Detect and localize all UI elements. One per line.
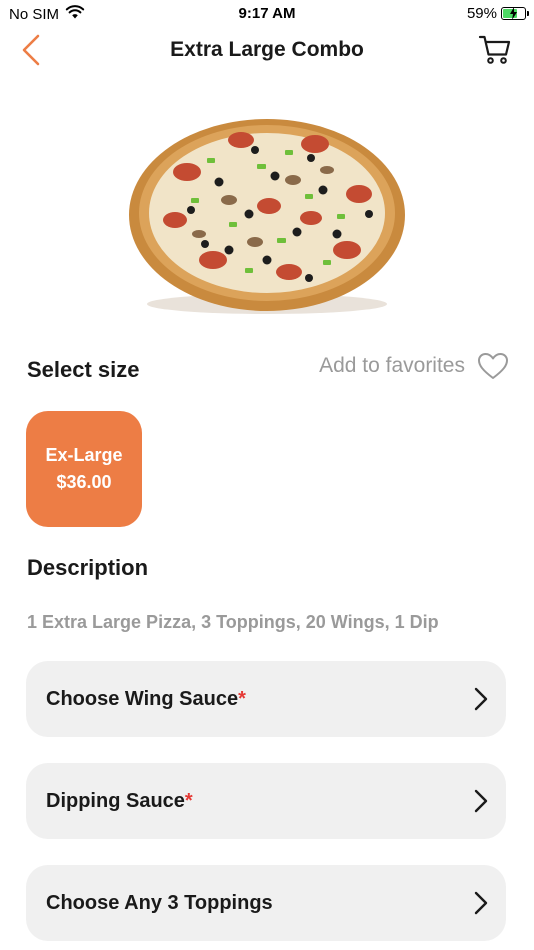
- required-mark: *: [238, 687, 246, 710]
- required-mark: *: [184, 789, 193, 812]
- chevron-right-icon: [474, 789, 488, 813]
- size-option-name: Ex-Large: [45, 445, 123, 465]
- nav-bar: Extra Large Combo: [0, 28, 534, 72]
- chevron-right-icon: [474, 687, 488, 711]
- chevron-right-icon: [474, 891, 488, 915]
- option-label: Dipping Sauce: [46, 789, 185, 812]
- option-row-wing-sauce[interactable]: Choose Wing Sauce *: [26, 661, 506, 737]
- size-option-ex-large[interactable]: Ex-Large $36.00: [26, 411, 142, 527]
- battery-icon: [501, 7, 529, 20]
- favorites-label: Add to favorites: [319, 354, 465, 377]
- size-option-price: $36.00: [56, 472, 112, 492]
- page-title: Extra Large Combo: [170, 38, 364, 61]
- status-right: 59%: [466, 5, 529, 22]
- status-time: 9:17 AM: [238, 5, 296, 22]
- pizza-image: [79, 110, 455, 328]
- option-label: Choose Any 3 Toppings: [46, 891, 273, 914]
- option-row-toppings[interactable]: Choose Any 3 Toppings: [26, 865, 506, 941]
- option-label: Choose Wing Sauce: [46, 687, 239, 710]
- option-row-dipping-sauce[interactable]: Dipping Sauce *: [26, 763, 506, 839]
- description-text: 1 Extra Large Pizza, 3 Toppings, 20 Wing…: [27, 612, 439, 632]
- cart-button[interactable]: [476, 30, 514, 68]
- cart-icon: [478, 35, 511, 64]
- add-to-favorites-button[interactable]: Add to favorites: [319, 352, 509, 380]
- select-size-heading: Select size: [27, 357, 140, 382]
- battery-percent: 59%: [466, 5, 497, 22]
- description-heading: Description: [27, 555, 149, 580]
- status-bar: No SIM 9:17 AM 59%: [0, 0, 534, 28]
- heart-outline-icon: [478, 353, 508, 379]
- product-image: [79, 110, 455, 328]
